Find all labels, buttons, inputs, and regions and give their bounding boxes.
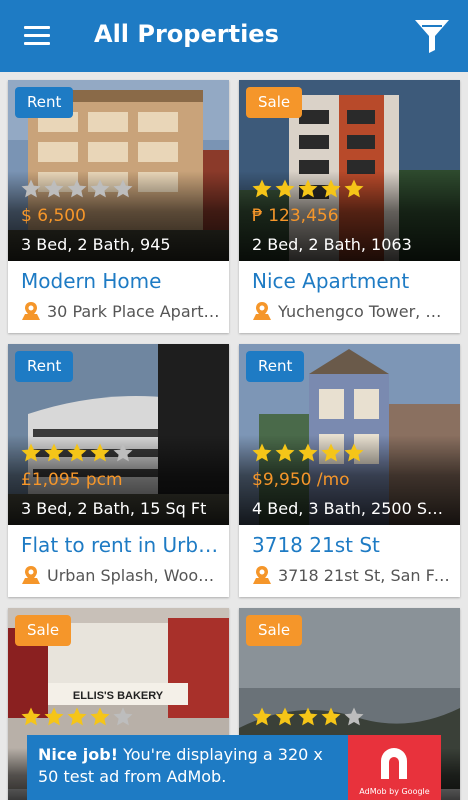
- price: ₱ 123,456: [252, 206, 339, 226]
- address: 30 Park Place Apartments: [47, 301, 221, 321]
- rating-stars: [20, 706, 135, 728]
- price: $ 6,500: [21, 206, 86, 226]
- filter-funnel-icon[interactable]: [413, 18, 451, 54]
- specs: 3 Bed, 2 Bath, 945: [21, 235, 171, 254]
- star-filled-icon: [44, 707, 64, 726]
- location-pin-icon: [253, 566, 271, 584]
- property-title[interactable]: Nice Apartment: [252, 269, 452, 293]
- ad-banner[interactable]: Nice job! You're displaying a 320 x 50 t…: [27, 735, 441, 800]
- specs: 4 Bed, 3 Bath, 2500 Sq Ft: [252, 499, 452, 518]
- star-filled-icon: [67, 443, 87, 462]
- star-filled-icon: [275, 179, 295, 198]
- ad-headline: Nice job!: [38, 745, 119, 764]
- star-filled-icon: [90, 707, 110, 726]
- sale-badge: Sale: [15, 615, 72, 646]
- star-filled-icon: [252, 179, 272, 198]
- star-filled-icon: [90, 443, 110, 462]
- price: £1,095 pcm: [21, 470, 123, 490]
- star-empty-icon: [113, 707, 133, 726]
- star-empty-icon: [21, 179, 41, 198]
- star-filled-icon: [344, 179, 364, 198]
- star-filled-icon: [275, 443, 295, 462]
- star-empty-icon: [113, 179, 133, 198]
- property-title[interactable]: Flat to rent in Urban Splash: [21, 533, 221, 557]
- star-filled-icon: [298, 179, 318, 198]
- star-empty-icon: [44, 179, 64, 198]
- star-filled-icon: [321, 443, 341, 462]
- property-card[interactable]: Rent £1,095 pcm 3 Bed, 2 Bath, 15 Sq Ft …: [8, 344, 229, 597]
- star-filled-icon: [321, 707, 341, 726]
- rating-stars: [251, 442, 366, 464]
- sale-badge: Sale: [246, 87, 303, 118]
- rating-stars: [251, 706, 366, 728]
- star-filled-icon: [21, 443, 41, 462]
- rent-badge: Rent: [246, 351, 305, 382]
- location-pin-icon: [22, 302, 40, 320]
- star-filled-icon: [67, 707, 87, 726]
- rating-stars: [20, 178, 135, 200]
- star-filled-icon: [275, 707, 295, 726]
- star-filled-icon: [298, 443, 318, 462]
- bakery-sign: ELLIS'S BAKERY: [73, 690, 164, 702]
- property-title[interactable]: Modern Home: [21, 269, 221, 293]
- star-filled-icon: [44, 443, 64, 462]
- star-empty-icon: [67, 179, 87, 198]
- ad-brand: AdMob by Google: [359, 787, 430, 796]
- star-empty-icon: [344, 707, 364, 726]
- property-card[interactable]: Sale ₱ 123,456 2 Bed, 2 Bath, 1063 Nice …: [239, 80, 460, 333]
- price: $9,950 /mo: [252, 470, 350, 490]
- star-empty-icon: [90, 179, 110, 198]
- rating-stars: [251, 178, 366, 200]
- address-row: Yuchengco Tower, Makati: [252, 300, 452, 322]
- star-empty-icon: [113, 443, 133, 462]
- address-row: Urban Splash, Woodside: [21, 564, 221, 586]
- admob-logo-icon: AdMob by Google: [348, 735, 441, 800]
- property-card[interactable]: Rent $ 6,500 3 Bed, 2 Bath, 945 Modern H…: [8, 80, 229, 333]
- rating-stars: [20, 442, 135, 464]
- specs: 2 Bed, 2 Bath, 1063: [252, 235, 412, 254]
- page-title: All Properties: [94, 20, 279, 48]
- property-card[interactable]: Rent $9,950 /mo 4 Bed, 3 Bath, 2500 Sq F…: [239, 344, 460, 597]
- address-row: 3718 21st St, San Francisco: [252, 564, 452, 586]
- ad-text: Nice job! You're displaying a 320 x 50 t…: [38, 744, 338, 788]
- star-filled-icon: [252, 707, 272, 726]
- property-title[interactable]: 3718 21st St: [252, 533, 452, 557]
- rent-badge: Rent: [15, 351, 74, 382]
- address: Urban Splash, Woodside: [47, 565, 221, 585]
- star-filled-icon: [252, 443, 272, 462]
- star-filled-icon: [298, 707, 318, 726]
- location-pin-icon: [253, 302, 271, 320]
- star-filled-icon: [344, 443, 364, 462]
- address-row: 30 Park Place Apartments: [21, 300, 221, 322]
- rent-badge: Rent: [15, 87, 74, 118]
- address: 3718 21st St, San Francisco: [278, 565, 452, 585]
- specs: 3 Bed, 2 Bath, 15 Sq Ft: [21, 499, 207, 518]
- hamburger-menu-icon[interactable]: [24, 26, 50, 46]
- star-filled-icon: [21, 707, 41, 726]
- address: Yuchengco Tower, Makati: [278, 301, 452, 321]
- sale-badge: Sale: [246, 615, 303, 646]
- app-bar: All Properties: [0, 0, 468, 72]
- star-filled-icon: [321, 179, 341, 198]
- location-pin-icon: [22, 566, 40, 584]
